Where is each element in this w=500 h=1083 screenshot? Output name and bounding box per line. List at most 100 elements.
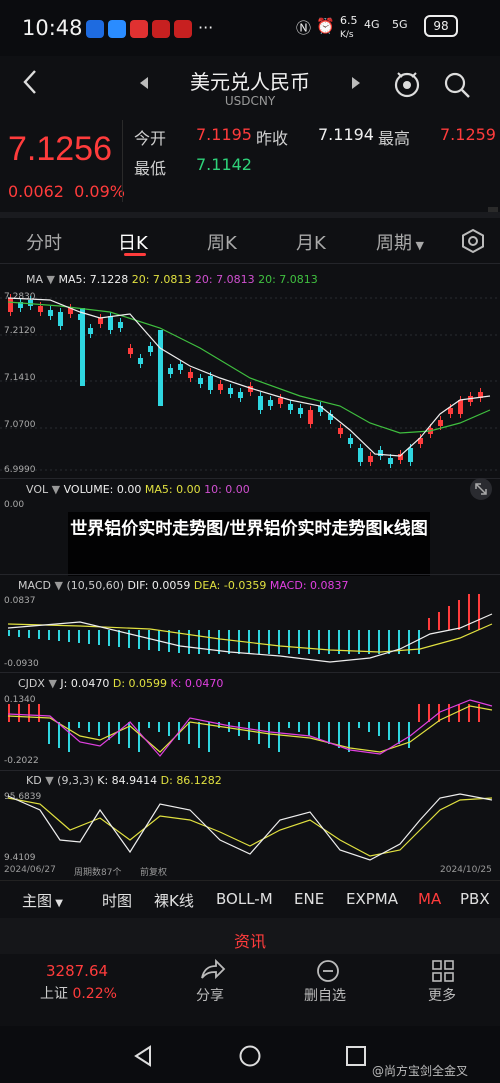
index-value[interactable]: 3287.64 <box>46 962 108 980</box>
ma-legend[interactable]: MA ▼ MA5: 7.1228 20: 7.0813 20: 7.0813 2… <box>26 273 318 286</box>
tab-monthly-k[interactable]: 月K <box>296 229 326 255</box>
system-home-button[interactable] <box>238 1044 262 1068</box>
macd-bar <box>48 630 50 640</box>
news-label[interactable]: 资讯 <box>0 928 500 952</box>
cjdx-bar <box>408 722 410 748</box>
dropdown-caret-icon: ▼ <box>48 677 57 690</box>
divider <box>0 263 500 264</box>
tab-expma[interactable]: EXPMA <box>346 890 398 908</box>
macd-bar <box>168 630 170 652</box>
macd-bar <box>148 630 150 650</box>
cjdx-bar <box>388 722 390 740</box>
page-subtitle: USDCNY <box>224 94 276 108</box>
delete-watchlist-button[interactable] <box>315 958 341 984</box>
tab-naked-k[interactable]: 裸K线 <box>154 890 194 911</box>
page-title: 美元兑人民币 <box>190 70 310 94</box>
cjdx-bar <box>358 722 360 728</box>
grid-icon <box>432 960 454 982</box>
period-tabs <box>0 218 500 264</box>
candle <box>158 330 163 406</box>
adjust-mode: 前复权 <box>140 868 168 878</box>
tab-main-chart[interactable]: 主图 ▼ <box>22 890 63 911</box>
network-speed: 6.5 K/s <box>340 14 358 40</box>
macd-bar <box>78 630 80 643</box>
macd-bar <box>128 630 130 648</box>
cjdx-bar <box>168 722 170 736</box>
cjdx-bar <box>318 722 320 740</box>
tab-time-chart[interactable]: 时图 <box>102 890 132 911</box>
macd-legend[interactable]: MACD ▼ (10,50,60) DIF: 0.0059 DEA: -0.03… <box>18 579 349 592</box>
system-recents-button[interactable] <box>344 1044 368 1068</box>
expand-button[interactable] <box>470 478 492 500</box>
x-axis-start: 2024/06/27 <box>4 865 56 875</box>
cjdx-bar <box>328 722 330 744</box>
cjdx-bar <box>8 704 10 722</box>
cjdx-bar <box>108 722 110 740</box>
article-title-overlay: 世界铝价实时走势图/世界铝价实时走势图k线图 <box>68 512 430 576</box>
prev-close-value: 7.1194 <box>318 125 374 144</box>
cjdx-bar <box>218 722 220 728</box>
index-info[interactable]: 上证 0.22% <box>40 983 117 1003</box>
macd-chart <box>7 594 493 663</box>
tab-intraday[interactable]: 分时 <box>26 229 62 255</box>
macd-bar <box>228 630 230 654</box>
divider <box>122 120 123 202</box>
macd-bar <box>378 630 380 654</box>
more-button[interactable] <box>430 958 456 984</box>
system-back-button[interactable] <box>132 1044 154 1068</box>
cjdx-bar <box>458 704 460 722</box>
kline-chart[interactable] <box>0 288 500 478</box>
recents-square-icon <box>346 1046 366 1066</box>
cjdx-legend[interactable]: CJDX ▼ J: 0.0470 D: 0.0599 K: 0.0470 <box>18 677 223 690</box>
open-value: 7.1195 <box>196 125 252 144</box>
cjdx-bar <box>288 722 290 728</box>
tab-boll-m[interactable]: BOLL-M <box>216 890 273 908</box>
app-notification-icon <box>152 20 170 38</box>
share-button[interactable] <box>196 958 228 982</box>
high-label: 最高 <box>378 129 411 148</box>
cjdx-bar <box>18 704 20 722</box>
kd-legend[interactable]: KD ▼ (9,3,3) K: 84.9414 D: 86.1282 <box>26 774 222 787</box>
cjdx-bar <box>138 722 140 752</box>
cjdx-bar <box>158 722 160 732</box>
app-notification-icon <box>174 20 192 38</box>
macd-bar <box>308 630 310 654</box>
period-count: 周期数87个 <box>74 868 122 878</box>
cjdx-chart <box>7 699 493 757</box>
cjdx-bar <box>68 722 70 752</box>
cjdx-bar <box>368 722 370 732</box>
divider <box>0 770 500 771</box>
x-axis: 2024/06/27 周期数87个 前复权 2024/10/25 <box>0 865 500 879</box>
battery-indicator: 98 <box>424 15 458 37</box>
cjdx-bar <box>198 722 200 748</box>
macd-bar <box>108 630 110 646</box>
tab-pbx[interactable]: PBX <box>460 890 490 908</box>
tab-daily-k[interactable]: 日K <box>118 229 148 255</box>
price-change: 0.0062 0.09% <box>8 182 125 201</box>
dropdown-caret-icon: ▼ <box>45 774 54 787</box>
macd-bar <box>68 630 70 642</box>
macd-bar <box>318 630 320 654</box>
macd-bar <box>118 630 120 647</box>
cjdx-bar <box>228 722 230 732</box>
tab-ma[interactable]: MA <box>418 890 441 908</box>
cjdx-bar <box>28 704 30 722</box>
macd-bar <box>428 618 430 630</box>
cjdx-bar <box>98 722 100 736</box>
macd-bar <box>298 630 300 654</box>
tab-period[interactable]: 周期 ▼ <box>376 229 424 255</box>
vol-legend[interactable]: VOL ▼ VOLUME: 0.00 MA5: 0.00 10: 0.00 <box>26 483 250 496</box>
divider <box>0 574 500 575</box>
chart-settings-button[interactable] <box>460 228 486 254</box>
share-label: 分享 <box>196 988 224 1004</box>
tab-ene[interactable]: ENE <box>294 890 324 908</box>
cjdx-bar <box>58 722 60 748</box>
search-button[interactable] <box>442 70 472 100</box>
cjdx-bar <box>338 722 340 748</box>
app-notification-icon <box>86 20 104 38</box>
active-tab-indicator <box>124 253 146 256</box>
cjdx-bar <box>298 722 300 732</box>
assistant-robot-button[interactable] <box>392 68 422 100</box>
kd-chart <box>7 793 493 861</box>
tab-weekly-k[interactable]: 周K <box>207 229 237 255</box>
